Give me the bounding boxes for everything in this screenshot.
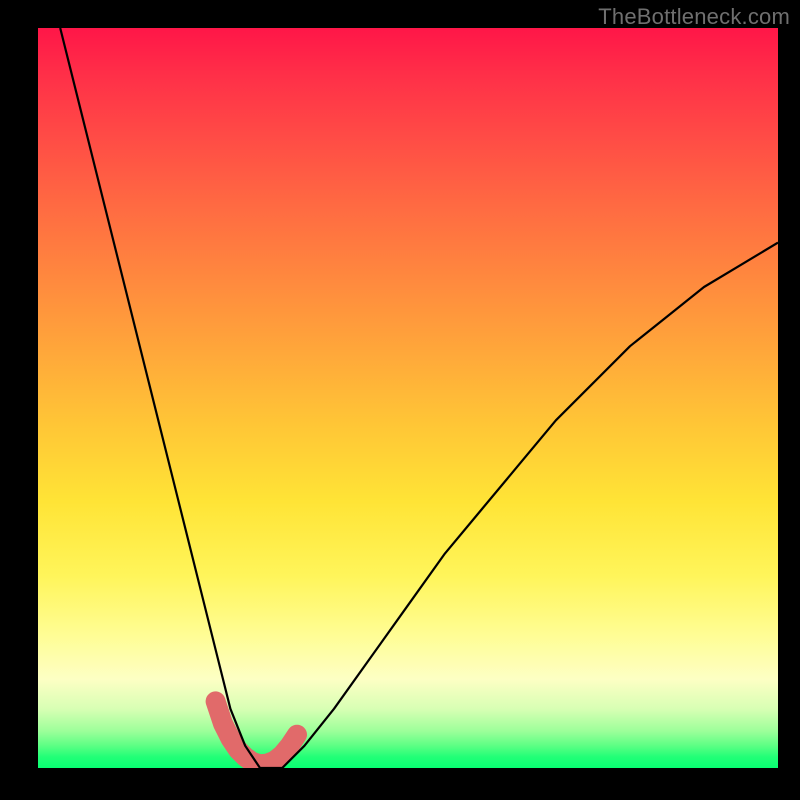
outer-frame: TheBottleneck.com: [0, 0, 800, 800]
bottleneck-curve-path: [60, 28, 778, 768]
chart-svg: [38, 28, 778, 768]
chart-plot-area: [38, 28, 778, 768]
watermark-label: TheBottleneck.com: [598, 4, 790, 30]
trough-highlight-path: [216, 701, 297, 764]
